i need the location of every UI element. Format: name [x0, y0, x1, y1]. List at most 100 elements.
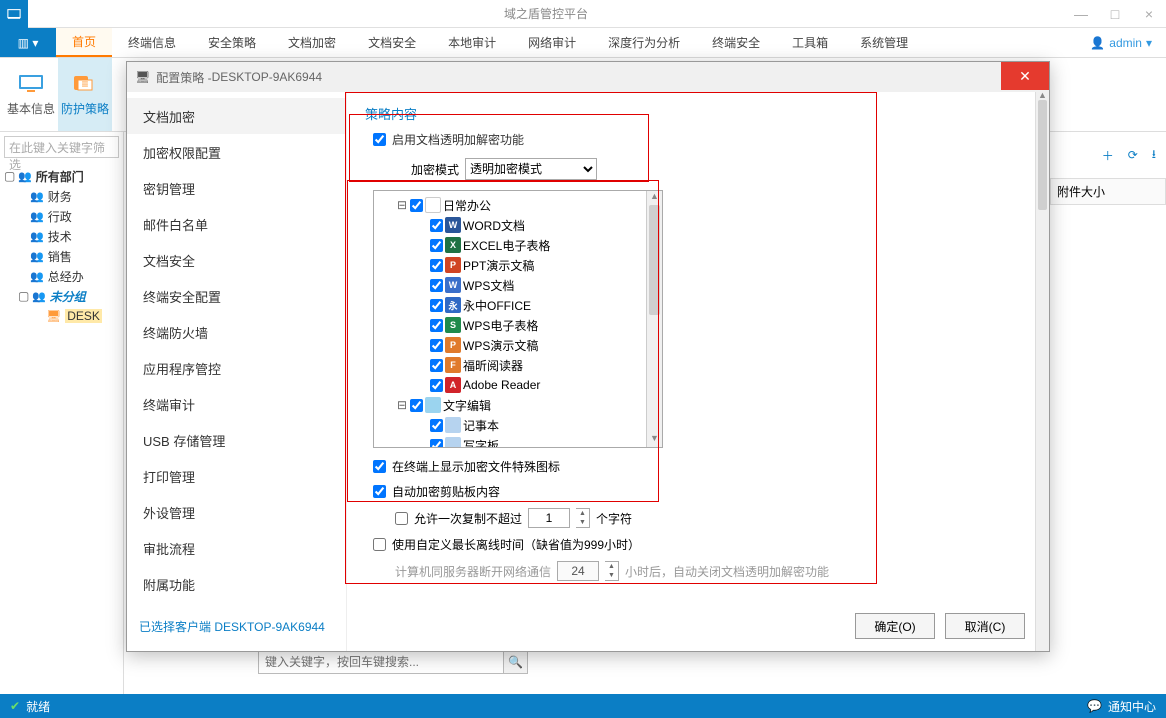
app-item-checkbox[interactable] — [430, 339, 443, 352]
nav-mail-whitelist[interactable]: 邮件白名单 — [127, 206, 346, 242]
limit-copy-checkbox[interactable] — [395, 512, 408, 525]
app-tree-item[interactable]: WWPS文档 — [376, 275, 644, 295]
dept-tech[interactable]: 技术 — [48, 228, 72, 245]
nav-usb-storage[interactable]: USB 存储管理 — [127, 422, 346, 458]
collapse-icon[interactable]: ⊟ — [396, 398, 408, 412]
dept-sales[interactable]: 销售 — [48, 248, 72, 265]
nav-terminal-audit[interactable]: 终端审计 — [127, 386, 346, 422]
app-item-checkbox[interactable] — [430, 299, 443, 312]
app-item-checkbox[interactable] — [430, 319, 443, 332]
nav-print-manage[interactable]: 打印管理 — [127, 458, 346, 494]
nav-auxiliary[interactable]: 附属功能 — [127, 566, 346, 602]
nav-doc-encrypt[interactable]: 文档加密 — [127, 98, 346, 134]
tab-terminal-info[interactable]: 终端信息 — [112, 28, 192, 57]
app-item-checkbox[interactable] — [430, 239, 443, 252]
group-text-checkbox[interactable] — [410, 399, 423, 412]
collapse-icon[interactable]: ⊟ — [396, 198, 408, 212]
group-icon: 👥 — [30, 270, 44, 283]
app-tree-item[interactable]: SWPS电子表格 — [376, 315, 644, 335]
group-textedit[interactable]: 文字编辑 — [443, 397, 491, 414]
app-tree-item[interactable]: PPPT演示文稿 — [376, 255, 644, 275]
expand-icon[interactable]: ▢ — [18, 289, 28, 303]
scroll-thumb[interactable] — [649, 205, 660, 315]
dept-finance[interactable]: 财务 — [48, 188, 72, 205]
expand-icon[interactable]: ▢ — [4, 169, 14, 183]
stepper[interactable]: ▲▼ — [576, 508, 590, 528]
app-tree-scrollbar[interactable]: ▲ ▼ — [646, 191, 662, 447]
refresh-icon[interactable]: ⟳ — [1128, 148, 1138, 162]
ribbon-protection-policy[interactable]: ≡ 防护策略 — [58, 58, 112, 131]
limit-copy-value[interactable] — [528, 508, 570, 528]
search-input[interactable] — [258, 650, 504, 674]
group-daily[interactable]: 日常办公 — [443, 197, 491, 214]
tab-behavior[interactable]: 深度行为分析 — [592, 28, 696, 57]
nav-encrypt-perm[interactable]: 加密权限配置 — [127, 134, 346, 170]
enable-encrypt-checkbox[interactable] — [373, 133, 386, 146]
nav-terminal-security[interactable]: 终端安全配置 — [127, 278, 346, 314]
dept-ungrouped[interactable]: 未分组 — [50, 288, 86, 305]
app-tree-item[interactable]: XEXCEL电子表格 — [376, 235, 644, 255]
group-daily-checkbox[interactable] — [410, 199, 423, 212]
tab-local-audit[interactable]: 本地审计 — [432, 28, 512, 57]
window-close-button[interactable]: × — [1132, 0, 1166, 28]
tab-sys-manage[interactable]: 系统管理 — [844, 28, 924, 57]
tab-toolbox[interactable]: 工具箱 — [776, 28, 844, 57]
ribbon-basic-info[interactable]: 基本信息 — [4, 58, 58, 131]
user-menu[interactable]: 👤 admin ▾ — [1090, 28, 1166, 57]
window-max-button[interactable]: □ — [1098, 0, 1132, 28]
tree-desktop-node[interactable]: DESK — [65, 309, 102, 323]
ok-button[interactable]: 确定(O) — [855, 613, 935, 639]
auto-clip-checkbox[interactable] — [373, 485, 386, 498]
column-attachment-size[interactable]: 附件大小 — [1050, 178, 1166, 205]
app-tree-item[interactable]: AAdobe Reader — [376, 375, 644, 395]
nav-app-control[interactable]: 应用程序管控 — [127, 350, 346, 386]
notification-center[interactable]: 通知中心 — [1108, 698, 1156, 715]
app-item-checkbox[interactable] — [430, 279, 443, 292]
app-tree-item[interactable]: 记事本 — [376, 415, 644, 435]
download-icon[interactable]: ⭳ — [1152, 145, 1156, 166]
dialog-close-button[interactable]: ✕ — [1001, 62, 1049, 90]
offline-checkbox[interactable] — [373, 538, 386, 551]
tab-security-policy[interactable]: 安全策略 — [192, 28, 272, 57]
dialog-scrollbar[interactable]: ▲ — [1035, 92, 1049, 651]
nav-key-manage[interactable]: 密钥管理 — [127, 170, 346, 206]
app-item-checkbox[interactable] — [430, 439, 443, 448]
app-tree-item[interactable]: 永永中OFFICE — [376, 295, 644, 315]
tree-root[interactable]: 所有部门 — [36, 168, 84, 185]
add-icon[interactable]: ＋ — [1102, 147, 1114, 164]
step-down-icon[interactable]: ▼ — [576, 518, 589, 527]
app-tree-item[interactable]: F福昕阅读器 — [376, 355, 644, 375]
tab-doc-security[interactable]: 文档安全 — [352, 28, 432, 57]
app-item-checkbox[interactable] — [430, 219, 443, 232]
app-item-checkbox[interactable] — [430, 419, 443, 432]
tab-network-audit[interactable]: 网络审计 — [512, 28, 592, 57]
app-tree-item[interactable]: PWPS演示文稿 — [376, 335, 644, 355]
cancel-button[interactable]: 取消(C) — [945, 613, 1025, 639]
tab-doc-encrypt[interactable]: 文档加密 — [272, 28, 352, 57]
scroll-down-icon[interactable]: ▼ — [647, 433, 662, 447]
app-item-checkbox[interactable] — [430, 259, 443, 272]
scroll-thumb[interactable] — [1038, 100, 1047, 210]
file-menu-button[interactable]: ▥ ▾ — [0, 28, 56, 57]
group-icon: 👥 — [30, 210, 44, 223]
search-button[interactable]: 🔍 — [504, 650, 528, 674]
right-panel: ＋ ⟳ ⭳ 附件大小 — [1050, 132, 1166, 694]
nav-firewall[interactable]: 终端防火墙 — [127, 314, 346, 350]
nav-approval[interactable]: 审批流程 — [127, 530, 346, 566]
tree-filter-input[interactable]: 在此键入关键字筛选 — [4, 136, 119, 158]
show-icon-checkbox[interactable] — [373, 460, 386, 473]
window-min-button[interactable]: — — [1064, 0, 1098, 28]
nav-peripheral[interactable]: 外设管理 — [127, 494, 346, 530]
step-up-icon[interactable]: ▲ — [576, 509, 589, 518]
dept-general[interactable]: 总经办 — [48, 268, 84, 285]
tab-home[interactable]: 首页 — [56, 28, 112, 57]
scroll-up-icon[interactable]: ▲ — [647, 191, 662, 205]
nav-doc-security[interactable]: 文档安全 — [127, 242, 346, 278]
encrypt-mode-select[interactable]: 透明加密模式 — [465, 158, 597, 180]
app-tree-item[interactable]: WWORD文档 — [376, 215, 644, 235]
app-item-checkbox[interactable] — [430, 359, 443, 372]
dept-admin[interactable]: 行政 — [48, 208, 72, 225]
app-tree-item[interactable]: 写字板 — [376, 435, 644, 447]
tab-terminal-security[interactable]: 终端安全 — [696, 28, 776, 57]
app-item-checkbox[interactable] — [430, 379, 443, 392]
